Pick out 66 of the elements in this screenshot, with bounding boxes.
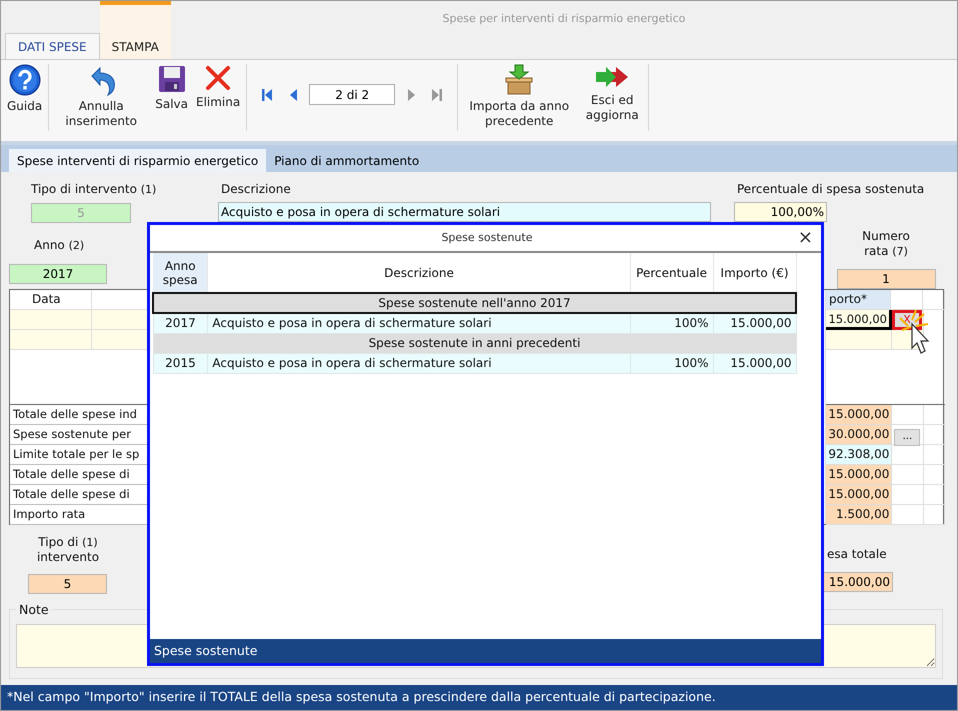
toolbar-button[interactable]: Salva xyxy=(153,64,190,112)
table-cell: 2017 xyxy=(153,313,208,333)
ribbon-tab[interactable]: DATI SPESE xyxy=(5,33,100,59)
delete-icon xyxy=(204,64,232,92)
table-cell: 92.308,00 xyxy=(826,445,892,465)
input-field[interactable]: 100,00% xyxy=(734,202,827,222)
field-label: Tipo di intervento (1) xyxy=(31,181,156,198)
table-cell: 100% xyxy=(630,313,714,333)
table-cell: 15.000,00 xyxy=(713,353,796,373)
table-cell: 15.000,00 xyxy=(826,465,892,485)
box-download-icon xyxy=(504,64,534,96)
column-header: porto* xyxy=(826,290,892,310)
window-title: Spese per interventi di risparmio energetico xyxy=(442,11,686,27)
field-label: Percentuale di spesa sostenuta xyxy=(737,181,924,198)
table-cell xyxy=(92,310,149,330)
toolbar-button[interactable]: Esci ed aggiorna xyxy=(580,64,644,123)
table-cell: 15.000,00 xyxy=(826,485,892,505)
page-field[interactable]: 2 di 2 xyxy=(309,84,396,105)
arrows-right-icon xyxy=(594,64,630,90)
table-cell xyxy=(892,505,924,525)
cursor-icon xyxy=(898,308,932,356)
table-cell: 1.500,00 xyxy=(826,505,892,525)
status-bar: *Nel campo "Importo" inserire il TOTALE della spesa sostenuta a prescindere dalla percentuale di partecipazione. xyxy=(1,685,957,710)
form-tab[interactable]: Spese interventi di risparmio energetico xyxy=(9,149,266,172)
toolbar-button[interactable]: Elimina xyxy=(194,64,242,110)
input-field[interactable]: 2017 xyxy=(9,264,107,284)
input-field[interactable]: 5 xyxy=(28,574,107,594)
input-field[interactable]: Acquisto e posa in opera di schermature solari xyxy=(218,202,711,222)
field-label: Descrizione xyxy=(221,181,291,198)
table-cell: 100% xyxy=(630,353,714,373)
input-field[interactable]: 1 xyxy=(836,269,936,289)
table-cell xyxy=(92,330,149,350)
dialog-status-bar: Spese sostenute xyxy=(150,639,821,663)
table-cell: Acquisto e posa in opera di schermature solari xyxy=(208,313,630,333)
field-label: Tipo di (1) intervento xyxy=(36,535,100,564)
dialog-title: Spese sostenute xyxy=(440,230,534,246)
table-cell xyxy=(892,485,924,505)
table-cell: 15.000,00 xyxy=(713,313,796,333)
last-page-icon xyxy=(431,86,444,102)
field-label: Numero rata (7) xyxy=(861,229,911,259)
form-tab[interactable]: Piano di ammortamento xyxy=(266,149,428,172)
section-header[interactable]: Spese sostenute in anni precedenti xyxy=(153,333,796,353)
ribbon-tab[interactable]: STAMPA xyxy=(100,1,171,59)
table-cell: 15.000,00 xyxy=(826,310,892,330)
more-button[interactable]: ... xyxy=(894,428,920,446)
next-icon xyxy=(405,86,418,102)
toolbar-button[interactable]: Importa da anno precedente xyxy=(462,64,576,129)
table-cell: 15.000,00 xyxy=(826,405,892,425)
help-icon xyxy=(8,64,41,96)
table-cell xyxy=(924,445,945,465)
close-button[interactable]: × xyxy=(790,229,821,247)
toolbar-button[interactable]: Guida xyxy=(5,64,44,114)
section-header[interactable]: Spese sostenute nell'anno 2017 xyxy=(153,293,796,313)
field-label: Anno (2) xyxy=(34,237,84,254)
table-cell xyxy=(892,465,924,485)
table-cell xyxy=(924,485,945,505)
table-cell xyxy=(924,465,945,485)
table-cell xyxy=(924,405,945,425)
table-cell xyxy=(924,505,945,525)
table-cell: 30.000,00 xyxy=(826,425,892,445)
table-cell: 2015 xyxy=(153,353,208,373)
field-label: esa totale xyxy=(826,546,887,563)
column-header: Anno spesa xyxy=(153,253,208,293)
table-cell: Acquisto e posa in opera di schermature solari xyxy=(208,353,630,373)
toolbar-button[interactable]: Annulla inserimento xyxy=(53,64,150,129)
first-page-icon xyxy=(261,86,274,102)
